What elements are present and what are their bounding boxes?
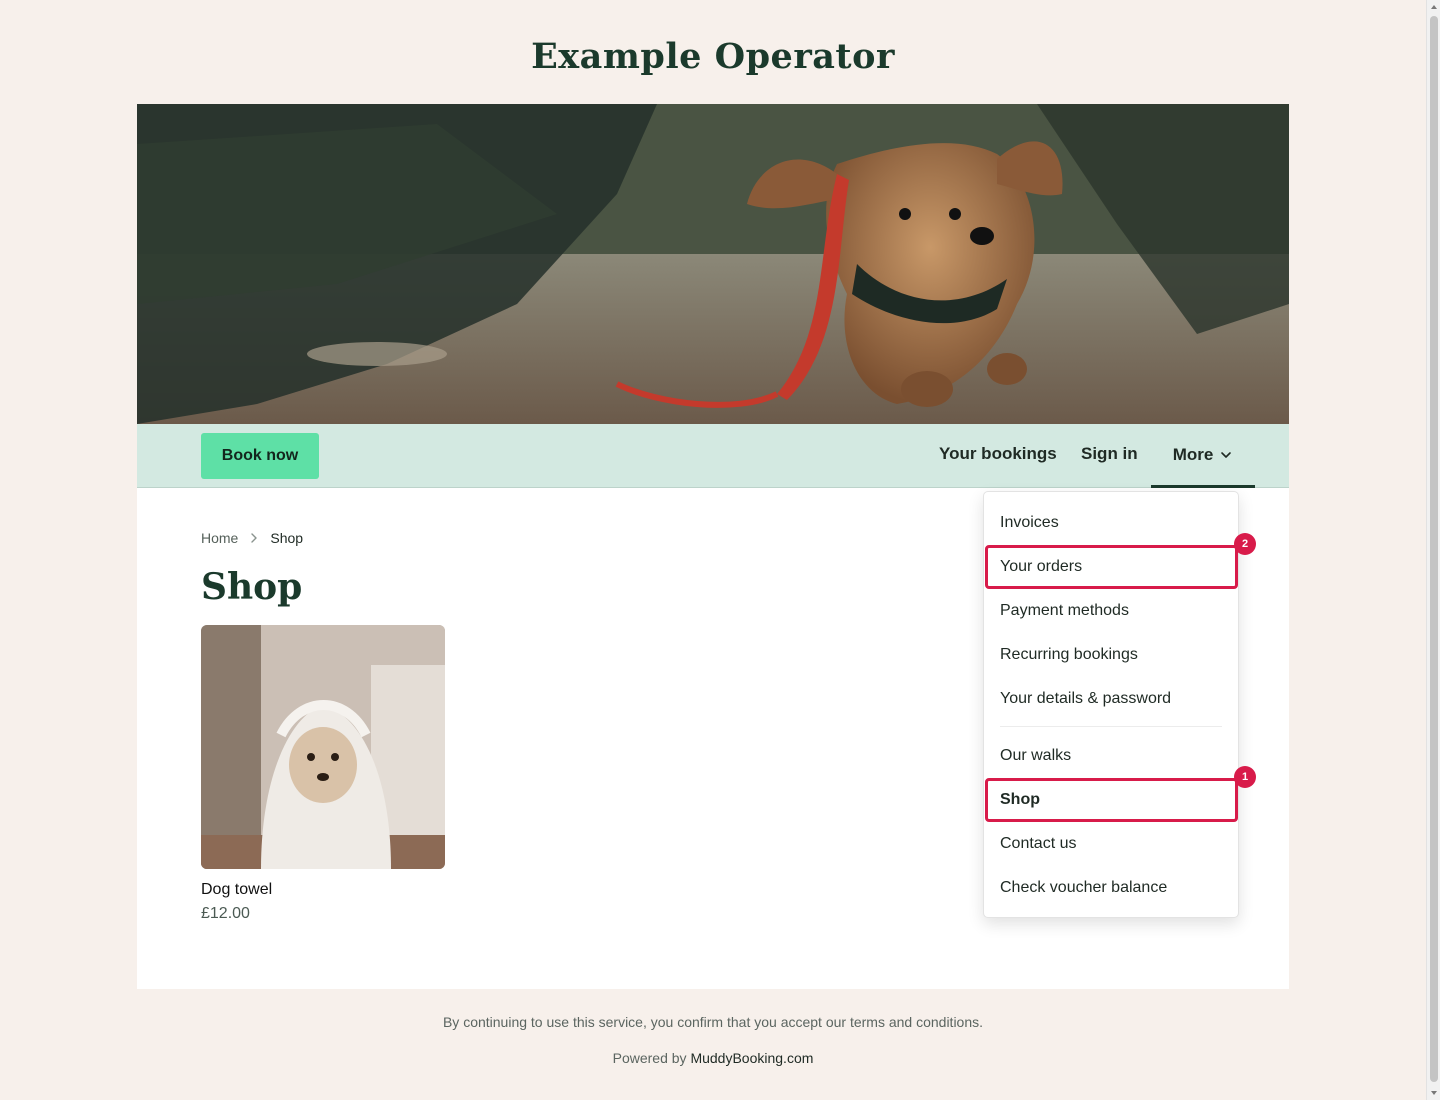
menu-item-invoices[interactable]: Invoices — [984, 501, 1238, 545]
menu-item-our-walks[interactable]: Our walks — [984, 734, 1238, 778]
breadcrumb: Home Shop — [201, 530, 303, 546]
product-name: Dog towel — [201, 881, 273, 898]
chevron-down-icon — [1221, 451, 1232, 458]
breadcrumb-current: Shop — [270, 530, 304, 546]
scroll-down-arrow-icon[interactable] — [1430, 1089, 1438, 1097]
menu-item-payment-methods[interactable]: Payment methods — [984, 589, 1238, 633]
annotation-badge-1: 1 — [1234, 766, 1256, 788]
breadcrumb-home-link[interactable]: Home — [201, 530, 238, 546]
menu-item-your-orders[interactable]: Your orders — [985, 545, 1238, 589]
product-card[interactable]: Dog towel £12.00 — [201, 625, 445, 923]
menu-item-recurring-bookings[interactable]: Recurring bookings — [984, 633, 1238, 677]
footer-powered-by: Powered by MuddyBooking.com — [0, 1050, 1426, 1066]
product-image — [201, 625, 445, 869]
main-navbar: Book now Your bookings Sign in More — [137, 424, 1289, 488]
menu-divider — [1000, 726, 1222, 727]
product-price: £12.00 — [201, 905, 250, 922]
menu-item-check-voucher-balance[interactable]: Check voucher balance — [984, 866, 1238, 910]
nav-your-bookings-link[interactable]: Your bookings — [939, 444, 1057, 464]
scrollbar-thumb[interactable] — [1430, 16, 1438, 1082]
dog-towel-photo — [201, 625, 445, 869]
footer-terms-text: By continuing to use this service, you c… — [442, 1014, 984, 1030]
footer-muddybooking-link[interactable]: MuddyBooking.com — [690, 1050, 813, 1066]
scroll-up-arrow-icon[interactable] — [1430, 3, 1438, 11]
nav-more-menu-toggle[interactable]: More — [1151, 424, 1255, 488]
hero-image — [137, 104, 1289, 424]
page-scrollbar[interactable] — [1426, 0, 1440, 1100]
page-title: Shop — [201, 566, 303, 608]
book-now-button[interactable]: Book now — [201, 433, 319, 479]
chevron-right-icon — [251, 533, 258, 543]
menu-item-shop[interactable]: Shop — [985, 778, 1238, 822]
menu-item-contact-us[interactable]: Contact us — [984, 822, 1238, 866]
site-title: Example Operator — [531, 36, 895, 77]
hero-dog-photo — [137, 104, 1289, 424]
menu-item-your-details[interactable]: Your details & password — [984, 677, 1238, 721]
nav-sign-in-link[interactable]: Sign in — [1081, 444, 1138, 464]
annotation-badge-2: 2 — [1234, 533, 1256, 555]
nav-more-label: More — [1172, 444, 1214, 464]
footer-powered-label: Powered by — [612, 1050, 687, 1066]
more-dropdown-menu: Invoices Your orders Payment methods Rec… — [983, 491, 1239, 918]
